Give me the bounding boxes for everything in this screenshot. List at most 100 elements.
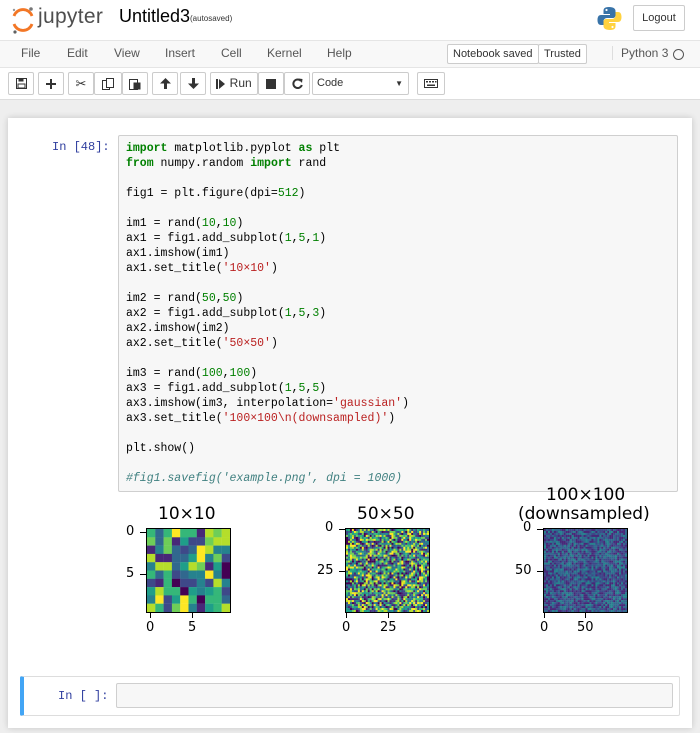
heatmap-cell (365, 604, 368, 607)
heatmap-cell (577, 580, 580, 583)
heatmap-cell (617, 548, 620, 551)
heatmap-cell (557, 530, 560, 534)
brand-name[interactable]: jupyter (38, 5, 103, 29)
heatmap-cell (377, 576, 380, 579)
heatmap-cell (369, 610, 372, 612)
move-up-button[interactable] (152, 72, 178, 95)
heatmap-cell (561, 544, 564, 547)
save-button[interactable] (8, 72, 34, 95)
heatmap-cell (557, 538, 560, 542)
heatmap-cell (413, 600, 416, 603)
menu-kernel[interactable]: Kernel (267, 46, 302, 60)
heatmap-cell (565, 546, 568, 549)
command-palette-button[interactable] (417, 72, 445, 95)
heatmap-cell (551, 568, 555, 571)
heatmap-cell (579, 608, 582, 611)
heatmap-cell (361, 558, 364, 561)
heatmap-cell (557, 594, 560, 597)
code-cell-input[interactable] (116, 683, 673, 708)
cut-button[interactable]: ✂ (68, 72, 94, 95)
run-button[interactable]: Run (210, 72, 258, 95)
heatmap-cell (545, 584, 549, 587)
heatmap-cell (363, 530, 366, 534)
heatmap-cell (351, 586, 355, 589)
heatmap-cell (379, 586, 382, 589)
heatmap-cell (625, 576, 627, 579)
heatmap-cell (589, 550, 592, 553)
menu-help[interactable]: Help (327, 46, 352, 60)
heatmap-cell (549, 566, 553, 569)
heatmap-cell (605, 598, 608, 601)
heatmap-cell (563, 576, 566, 579)
insert-cell-button[interactable] (38, 72, 64, 95)
heatmap-cell (163, 553, 173, 563)
heatmap-cell (585, 566, 588, 569)
heatmap-cell (395, 576, 398, 579)
heatmap-cell (419, 608, 422, 611)
heatmap-cell (379, 584, 382, 587)
heatmap-cell (375, 596, 378, 599)
heatmap-cell (419, 540, 422, 543)
heatmap-cell (377, 538, 380, 542)
heatmap-cell (567, 562, 570, 565)
heatmap-cell (405, 610, 408, 612)
heatmap-cell (359, 598, 362, 601)
heatmap-cell (363, 596, 366, 599)
heatmap-cell (389, 578, 392, 581)
heatmap-cell (351, 610, 355, 612)
copy-button[interactable] (94, 72, 122, 95)
heatmap-cell (577, 602, 580, 605)
heatmap-cell (353, 568, 357, 571)
heatmap-cell (553, 562, 557, 565)
code-cell-input[interactable]: import matplotlib.pyplot as plt from nump… (118, 135, 678, 492)
trusted-badge[interactable]: Trusted (538, 44, 587, 64)
heatmap-cell (373, 534, 376, 538)
jupyter-logo-icon[interactable] (10, 6, 36, 34)
restart-button[interactable] (284, 72, 310, 95)
heatmap-cell (346, 558, 349, 561)
heatmap-cell (375, 544, 378, 547)
heatmap-cell (399, 529, 402, 532)
heatmap-cell (353, 536, 357, 540)
code-cell-selected[interactable]: In [ ]: (20, 676, 680, 716)
heatmap-cell (389, 529, 392, 532)
heatmap-cell (565, 538, 568, 542)
heatmap-cell (567, 576, 570, 579)
heatmap-cell (597, 540, 600, 543)
heatmap-cell (607, 598, 610, 601)
menu-cell[interactable]: Cell (221, 46, 242, 60)
heatmap-cell (611, 552, 614, 555)
heatmap-cell (547, 578, 551, 581)
heatmap-cell (617, 602, 620, 605)
heatmap-cell (611, 566, 614, 569)
heatmap-cell (589, 556, 592, 559)
notebook-name[interactable]: Untitled3 (119, 6, 190, 27)
logout-button[interactable]: Logout (633, 5, 685, 31)
heatmap-cell (547, 550, 551, 553)
heatmap-cell (351, 548, 355, 551)
menu-insert[interactable]: Insert (165, 46, 195, 60)
menu-file[interactable]: File (21, 46, 40, 60)
heatmap-cell (391, 544, 394, 547)
heatmap-cell (593, 570, 596, 573)
heatmap-cell (347, 550, 351, 553)
heatmap-cell (613, 540, 616, 543)
menu-edit[interactable]: Edit (67, 46, 88, 60)
heatmap-cell (603, 544, 606, 547)
heatmap-cell (611, 548, 614, 551)
move-down-button[interactable] (180, 72, 206, 95)
paste-button[interactable] (122, 72, 148, 95)
heatmap-cell (587, 562, 590, 565)
heatmap-cell (365, 600, 368, 603)
heatmap-cell (351, 598, 355, 601)
heatmap-cell (155, 529, 164, 538)
heatmap-cell (357, 570, 360, 573)
cell-type-select[interactable]: Code ▼ (312, 72, 409, 95)
heatmap-cell (415, 590, 418, 593)
heatmap-cell (609, 576, 612, 579)
heatmap-cell (423, 540, 426, 543)
heatmap-cell (551, 558, 555, 561)
interrupt-button[interactable] (258, 72, 284, 95)
menu-view[interactable]: View (114, 46, 140, 60)
heatmap-cell (577, 532, 580, 536)
